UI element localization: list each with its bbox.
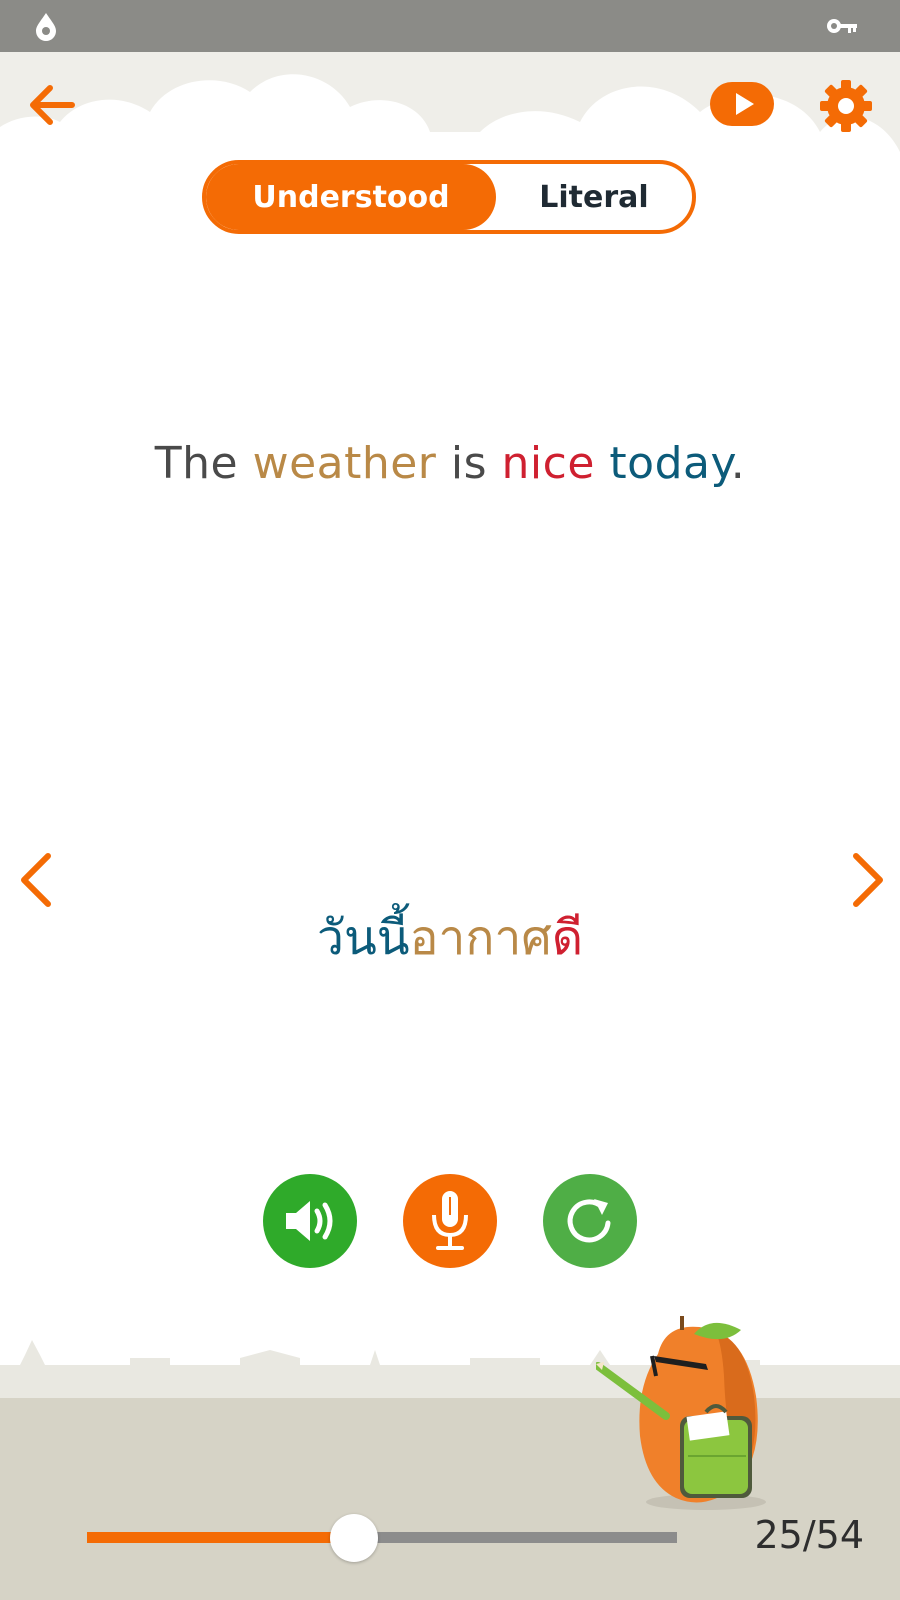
english-punctuation: . [730, 438, 746, 489]
progress-counter: 25/54 [754, 1513, 864, 1557]
english-word[interactable]: today [609, 438, 730, 489]
progress-slider[interactable] [87, 1532, 677, 1543]
understood-tab[interactable]: Understood [206, 164, 496, 230]
english-word [595, 438, 610, 489]
speaker-icon [286, 1201, 333, 1241]
thai-word[interactable]: อากาศ [410, 910, 552, 966]
play-audio-button[interactable] [263, 1174, 357, 1268]
gear-icon [820, 80, 872, 132]
play-icon [710, 82, 774, 126]
progress-fill [87, 1532, 355, 1543]
microphone-icon [432, 1191, 468, 1250]
thai-word[interactable]: วันนี้ [317, 910, 410, 966]
thai-sentence: วันนี้อากาศดี [0, 900, 900, 976]
english-word[interactable]: is [436, 438, 501, 489]
english-word[interactable]: nice [502, 438, 595, 489]
translation-mode-toggle: Understood Literal [202, 160, 696, 234]
settings-button[interactable] [818, 78, 874, 134]
replay-icon [567, 1199, 611, 1243]
thai-word[interactable]: ดี [552, 910, 583, 966]
english-word[interactable]: weather [253, 438, 437, 489]
replay-button[interactable] [543, 1174, 637, 1268]
literal-tab[interactable]: Literal [496, 164, 692, 230]
english-word[interactable]: The [155, 438, 253, 489]
progress-slider-thumb[interactable] [330, 1514, 379, 1562]
play-button[interactable] [708, 80, 776, 128]
water-drop-icon [30, 10, 62, 47]
record-button[interactable] [403, 1174, 497, 1268]
english-sentence: The weather is nice today. [0, 438, 900, 489]
back-button[interactable] [22, 78, 82, 132]
key-icon [826, 16, 858, 41]
mango-mascot [596, 1316, 766, 1510]
back-arrow-icon [30, 85, 75, 125]
status-bar [0, 0, 900, 52]
